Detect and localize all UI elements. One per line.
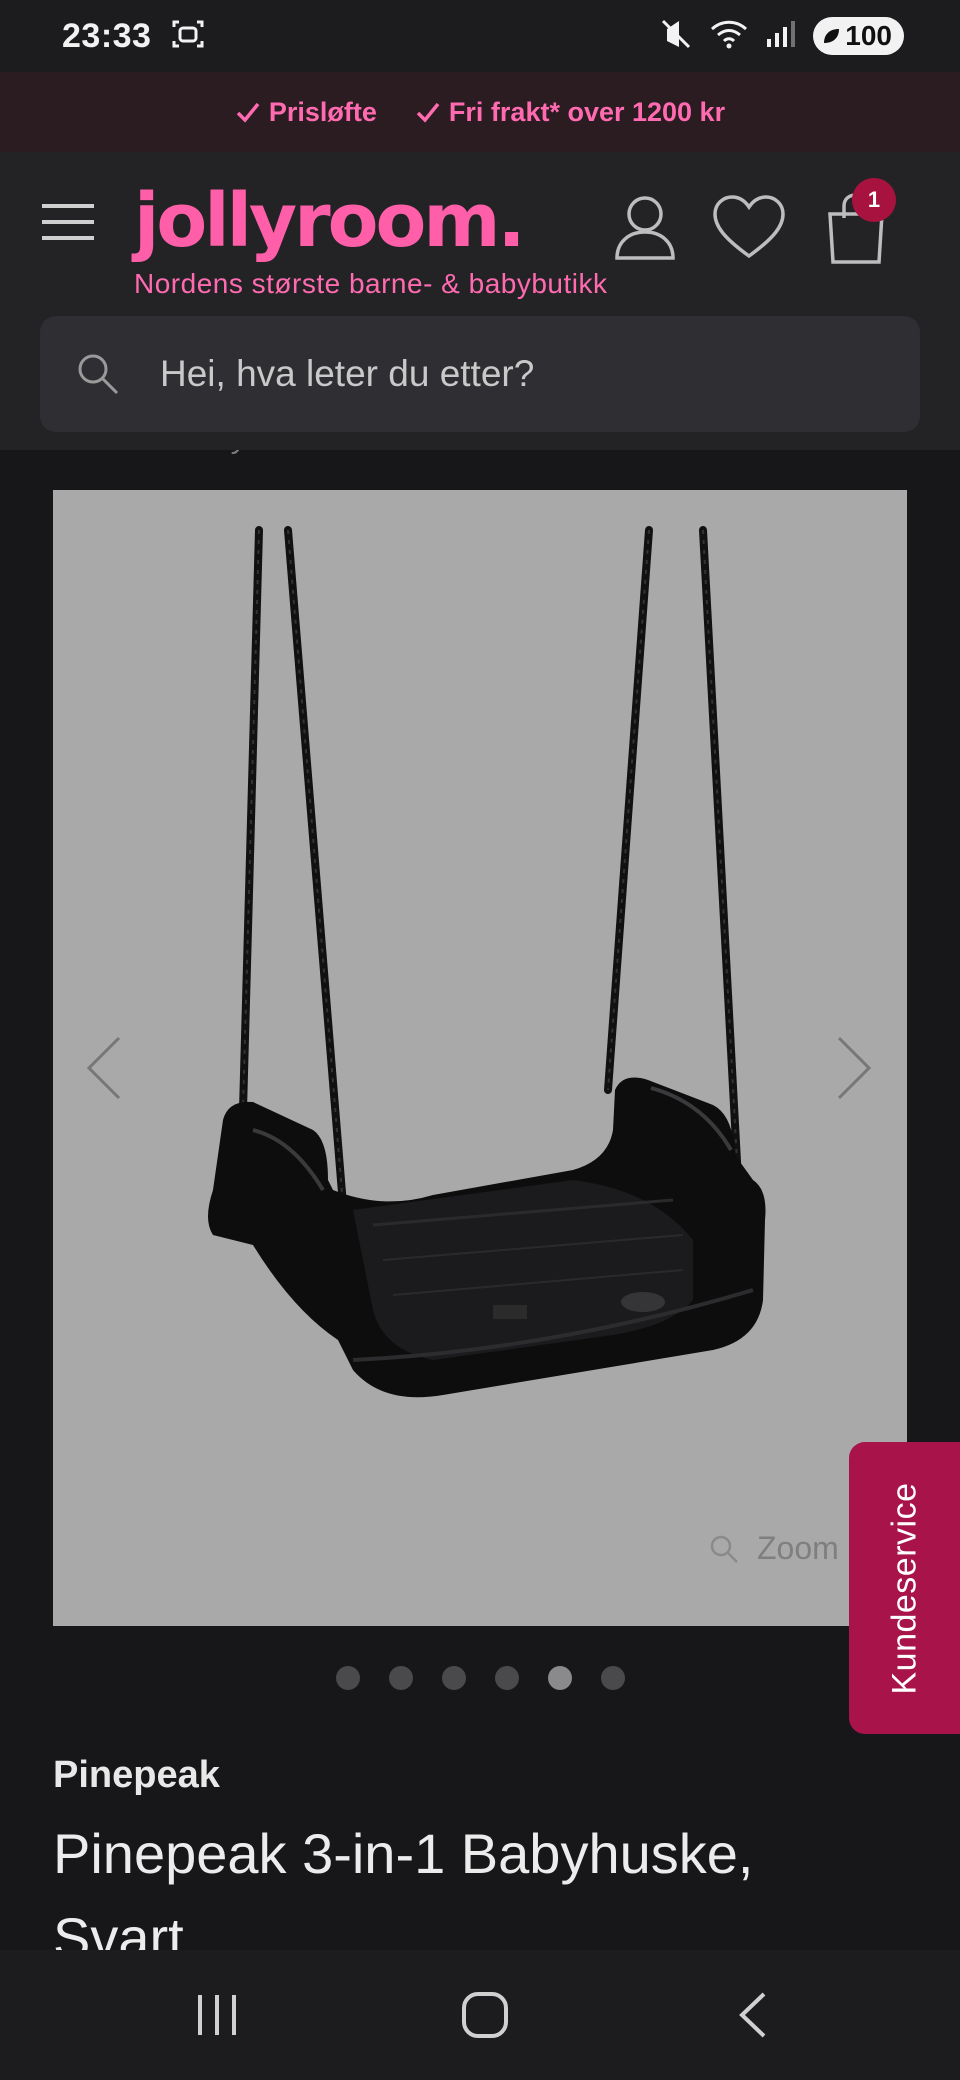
battery-level: 100 bbox=[845, 20, 892, 51]
gallery-dot[interactable] bbox=[494, 1666, 519, 1690]
wifi-icon bbox=[709, 17, 749, 56]
page: 23:33 100 Prisløfte Fri frakt* over 1200… bbox=[0, 0, 960, 2080]
chevron-left-icon bbox=[86, 1036, 121, 1100]
zoom-label: Zoom bbox=[757, 1530, 839, 1566]
recent-apps-icon bbox=[198, 1995, 236, 2035]
account-button[interactable] bbox=[612, 192, 678, 267]
promo-item: Fri frakt* over 1200 kr bbox=[415, 97, 725, 128]
battery-indicator: 100 bbox=[813, 17, 904, 55]
heart-icon bbox=[713, 195, 785, 259]
gallery-dot[interactable] bbox=[335, 1666, 360, 1690]
zoom-icon bbox=[710, 1535, 738, 1563]
back-icon bbox=[739, 1992, 766, 2038]
signal-icon bbox=[765, 19, 797, 54]
gallery-next-button[interactable] bbox=[823, 1028, 883, 1108]
search-input[interactable] bbox=[160, 353, 860, 395]
screenshot-indicator-icon bbox=[171, 17, 205, 56]
product-brand[interactable]: Pinepeak bbox=[53, 1754, 220, 1797]
chevron-right-icon bbox=[837, 1036, 872, 1100]
product-image-gallery[interactable]: Zoom bbox=[53, 490, 907, 1626]
customer-service-label: Kundeservice bbox=[885, 1481, 924, 1695]
logo[interactable]: jollyroom. bbox=[134, 178, 526, 264]
promo-item: Prisløfte bbox=[235, 97, 377, 128]
home-icon bbox=[462, 1992, 508, 2038]
status-bar: 23:33 100 bbox=[0, 0, 960, 72]
gallery-dot[interactable] bbox=[600, 1666, 625, 1690]
zoom-button[interactable]: Zoom bbox=[709, 1530, 839, 1567]
hamburger-icon bbox=[42, 204, 94, 240]
search-icon bbox=[78, 354, 119, 395]
site-header: jollyroom. Nordens største barne- & baby… bbox=[0, 152, 960, 450]
promo-label: Fri frakt* over 1200 kr bbox=[448, 96, 726, 127]
gallery-prev-button[interactable] bbox=[75, 1028, 135, 1108]
user-icon bbox=[615, 196, 675, 260]
status-time: 23:33 bbox=[62, 16, 152, 55]
gallery-dot[interactable] bbox=[388, 1666, 413, 1690]
back-button[interactable] bbox=[714, 1980, 794, 2050]
search-bar[interactable] bbox=[40, 316, 920, 432]
system-nav-bar bbox=[0, 1950, 960, 2080]
customer-service-tab[interactable]: Kundeservice bbox=[849, 1442, 960, 1734]
promo-label: Prisløfte bbox=[268, 96, 377, 127]
tagline: Nordens største barne- & babybutikk bbox=[134, 268, 608, 299]
gallery-dot-active[interactable] bbox=[547, 1666, 572, 1690]
menu-button[interactable] bbox=[40, 200, 96, 244]
leaf-icon bbox=[824, 29, 840, 43]
mute-icon bbox=[659, 17, 693, 56]
check-icon bbox=[236, 102, 260, 123]
cart-count-badge: 1 bbox=[852, 178, 896, 222]
recent-apps-button[interactable] bbox=[177, 1980, 257, 2050]
check-icon bbox=[416, 102, 440, 123]
gallery-pagination bbox=[0, 1666, 960, 1690]
product-image bbox=[208, 526, 766, 1398]
wishlist-button[interactable] bbox=[712, 194, 786, 265]
promo-bar: Prisløfte Fri frakt* over 1200 kr bbox=[0, 72, 960, 152]
gallery-dot[interactable] bbox=[441, 1666, 466, 1690]
home-button[interactable] bbox=[445, 1980, 525, 2050]
